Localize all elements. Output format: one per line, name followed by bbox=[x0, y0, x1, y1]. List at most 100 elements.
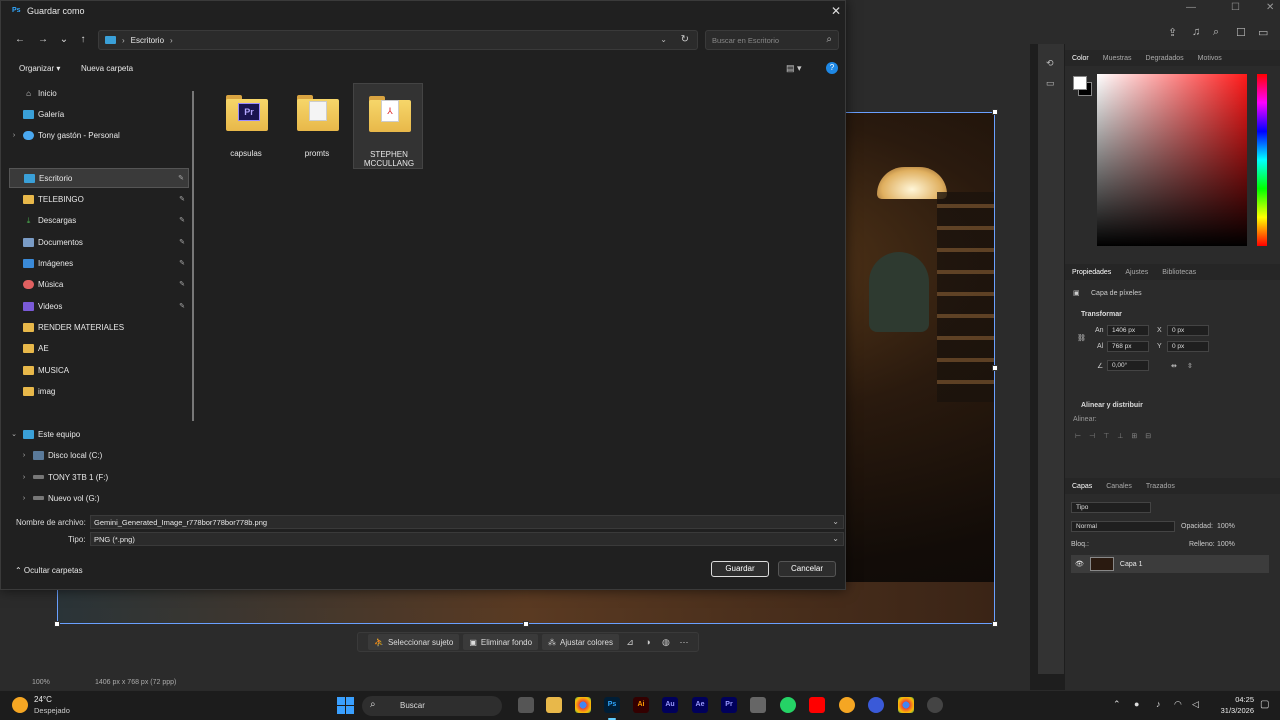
after-effects-icon[interactable]: Ae bbox=[692, 697, 708, 713]
pin-icon[interactable]: ✎ bbox=[179, 216, 185, 224]
pin-icon[interactable]: ✎ bbox=[178, 174, 184, 182]
file-explorer-icon[interactable] bbox=[546, 697, 562, 713]
sidebar-item-ae[interactable]: AE bbox=[9, 338, 189, 358]
folder-item-stephen-mccullang[interactable]: ⅄ STEPHEN MCCULLANG bbox=[353, 83, 423, 169]
organize-button[interactable]: Organizar ▾ bbox=[19, 64, 60, 73]
mask-icon[interactable]: ◍ bbox=[659, 637, 673, 648]
sidebar-item-gallery[interactable]: Galería bbox=[9, 104, 189, 124]
breadcrumb[interactable]: Escritorio bbox=[131, 36, 164, 45]
sidebar-item-telebingo[interactable]: TELEBINGO ✎ bbox=[9, 189, 189, 209]
transform-handle[interactable] bbox=[992, 621, 998, 627]
chrome-icon[interactable] bbox=[898, 697, 914, 713]
remove-background-button[interactable]: ▣ Eliminar fondo bbox=[463, 634, 539, 650]
more-button[interactable]: ⋯ bbox=[677, 637, 691, 648]
chevron-down-icon[interactable]: ⌄ bbox=[832, 517, 839, 526]
width-field[interactable]: 1406 px bbox=[1107, 325, 1149, 336]
transform-handle[interactable] bbox=[54, 621, 60, 627]
flip-horizontal-icon[interactable]: ⇹ bbox=[1171, 362, 1177, 370]
layer-row[interactable]: 👁 Capa 1 bbox=[1071, 555, 1269, 573]
chevron-down-icon[interactable]: ⌄ bbox=[660, 35, 667, 44]
cancel-button[interactable]: Cancelar bbox=[778, 561, 836, 577]
tab-patterns[interactable]: Motivos bbox=[1198, 55, 1222, 62]
youtube-icon[interactable] bbox=[809, 697, 825, 713]
layer-name[interactable]: Capa 1 bbox=[1120, 561, 1143, 568]
volume-icon[interactable]: ◁ bbox=[1192, 699, 1199, 710]
start-button[interactable] bbox=[337, 697, 354, 714]
app-icon[interactable] bbox=[927, 697, 943, 713]
maximize-icon[interactable]: ☐ bbox=[1231, 2, 1240, 13]
align-section[interactable]: Alinear y distribuir bbox=[1081, 402, 1143, 409]
zoom-level[interactable]: 100% bbox=[32, 679, 50, 686]
hide-folders-toggle[interactable]: ⌃ Ocultar carpetas bbox=[15, 566, 83, 575]
sidebar-item-this-pc[interactable]: ⌄ Este equipo bbox=[9, 424, 189, 444]
photoshop-icon[interactable]: Ps bbox=[604, 697, 620, 720]
share-icon[interactable]: ⇪ bbox=[1168, 26, 1177, 39]
pin-icon[interactable]: ✎ bbox=[179, 259, 185, 267]
sidebar-item-desktop[interactable]: Escritorio ✎ bbox=[9, 168, 189, 188]
opacity-value[interactable]: 100% bbox=[1217, 523, 1235, 530]
sidebar-item-musica[interactable]: MUSICA bbox=[9, 360, 189, 380]
app-icon[interactable] bbox=[750, 697, 766, 713]
blend-mode-select[interactable]: Normal bbox=[1071, 521, 1175, 532]
pin-icon[interactable]: ✎ bbox=[179, 238, 185, 246]
pin-icon[interactable]: ✎ bbox=[179, 195, 185, 203]
tab-gradients[interactable]: Degradados bbox=[1146, 55, 1184, 62]
panel-icon[interactable]: ▭ bbox=[1258, 26, 1268, 39]
transform-icon[interactable]: ⊿ bbox=[623, 637, 637, 648]
pin-icon[interactable]: ✎ bbox=[179, 280, 185, 288]
adjust-icon[interactable]: ◑ bbox=[641, 637, 655, 647]
weather-description[interactable]: Despejado bbox=[34, 706, 70, 715]
chevron-right-icon[interactable]: › bbox=[170, 36, 173, 45]
window-close-icon[interactable]: ✕ bbox=[1266, 2, 1274, 13]
chevron-right-icon[interactable]: › bbox=[122, 36, 125, 45]
sidebar-item-drive-g[interactable]: › Nuevo vol (G:) bbox=[19, 488, 193, 503]
tab-channels[interactable]: Canales bbox=[1106, 483, 1132, 490]
search-input[interactable]: Buscar en Escritorio ⌕ bbox=[705, 30, 839, 50]
microphone-icon[interactable]: ♪ bbox=[1156, 699, 1161, 709]
bell-icon[interactable]: ♫ bbox=[1192, 26, 1200, 38]
close-button[interactable]: ✕ bbox=[829, 4, 843, 18]
sidebar-item-render-materiales[interactable]: RENDER MATERIALES bbox=[9, 317, 189, 337]
sidebar-item-drive-f[interactable]: › TONY 3TB 1 (F:) bbox=[19, 467, 193, 487]
weather-icon[interactable] bbox=[12, 697, 28, 713]
audition-icon[interactable]: Au bbox=[662, 697, 678, 713]
transform-handle[interactable] bbox=[523, 621, 529, 627]
tab-adjustments[interactable]: Ajustes bbox=[1125, 269, 1148, 276]
hue-slider[interactable] bbox=[1257, 74, 1267, 246]
forward-button[interactable]: → bbox=[36, 33, 50, 47]
transform-handle[interactable] bbox=[992, 109, 998, 115]
workspace-icon[interactable]: ☐ bbox=[1236, 26, 1246, 39]
notifications-icon[interactable]: ▢ bbox=[1260, 699, 1269, 710]
scrollbar[interactable] bbox=[192, 91, 194, 421]
chevron-up-icon[interactable]: ⌃ bbox=[1113, 699, 1121, 710]
x-field[interactable]: 0 px bbox=[1167, 325, 1209, 336]
tab-paths[interactable]: Trazados bbox=[1146, 483, 1175, 490]
app-icon[interactable] bbox=[868, 697, 884, 713]
view-options-icon[interactable]: ▤ ▾ bbox=[786, 63, 802, 74]
dialog-titlebar[interactable]: Ps Guardar como ✕ bbox=[1, 1, 847, 23]
pin-icon[interactable]: ✎ bbox=[179, 302, 185, 310]
flip-vertical-icon[interactable]: ⇳ bbox=[1187, 362, 1193, 370]
sidebar-item-documents[interactable]: Documentos ✎ bbox=[9, 232, 189, 252]
transform-section[interactable]: Transformar bbox=[1081, 311, 1122, 318]
layer-kind-filter[interactable]: Tipo bbox=[1071, 502, 1151, 513]
back-button[interactable]: ← bbox=[13, 33, 27, 47]
sidebar-item-onedrive[interactable]: › Tony gastón - Personal bbox=[9, 125, 189, 145]
tab-swatches[interactable]: Muestras bbox=[1103, 55, 1132, 62]
folder-item-capsulas[interactable]: Pr capsulas bbox=[211, 83, 281, 169]
whatsapp-icon[interactable] bbox=[780, 697, 796, 713]
adjust-colors-button[interactable]: ⁂ Ajustar colores bbox=[542, 634, 619, 650]
illustrator-icon[interactable]: Ai bbox=[633, 697, 649, 713]
sidebar-item-home[interactable]: ⌂ Inicio bbox=[9, 83, 189, 103]
tab-libraries[interactable]: Bibliotecas bbox=[1162, 269, 1196, 276]
task-view-icon[interactable] bbox=[518, 697, 534, 713]
select-subject-button[interactable]: ⛹ Seleccionar sujeto bbox=[368, 634, 460, 650]
sidebar-item-drive-c[interactable]: › Disco local (C:) bbox=[19, 445, 193, 465]
app-icon[interactable] bbox=[839, 697, 855, 713]
history-icon[interactable]: ⟲ bbox=[1046, 58, 1054, 69]
align-icons[interactable]: ⊢⊣⊤⊥⊞⊟ bbox=[1075, 432, 1159, 440]
folder-item-promts[interactable]: promts bbox=[282, 83, 352, 169]
address-bar[interactable]: › Escritorio › ⌄ ↻ bbox=[98, 30, 698, 50]
color-picker-field[interactable] bbox=[1097, 74, 1247, 246]
help-icon[interactable]: ? bbox=[826, 62, 838, 74]
